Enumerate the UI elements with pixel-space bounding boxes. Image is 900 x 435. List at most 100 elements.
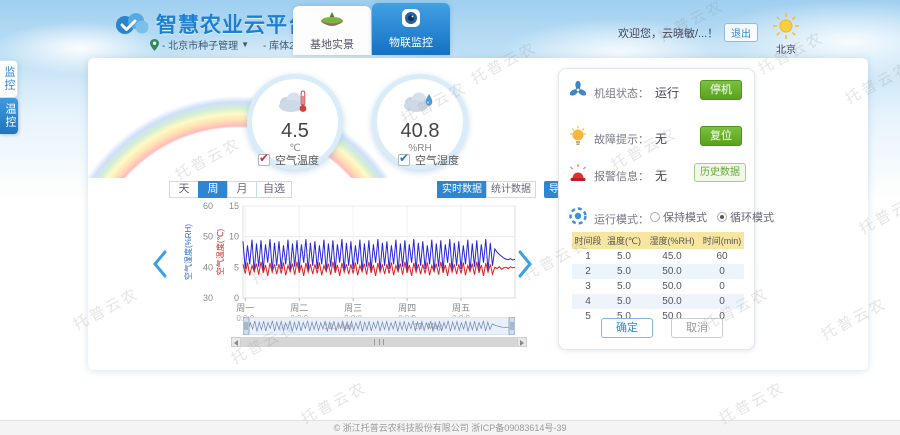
unit-status-value: 运行 [655,84,679,101]
location-room[interactable]: - 库体2 [263,37,295,52]
svg-text:0: 0 [234,293,239,303]
tab-iot-monitor[interactable]: 物联监控 [372,3,450,55]
scrollbar-track[interactable] [241,337,517,347]
cell: 0 [700,279,744,294]
chart-prev-arrow[interactable] [152,250,168,278]
cell: 60 [700,249,744,264]
island-icon [319,10,345,32]
radio-icon[interactable] [650,212,660,222]
svg-text:空气湿度(%RH): 空气湿度(%RH) [183,224,193,280]
temperature-checkbox-row[interactable]: ✔ 空气温度 [258,152,319,168]
radio-mode-1[interactable]: 循环模式 [717,209,774,225]
col-temperature: 温度(℃) [604,232,644,249]
table-row[interactable]: 45.050.00 [572,294,744,309]
location-org[interactable]: - 北京市种子管理 [162,37,238,52]
schedule-table: 时间段 温度(℃) 湿度(%RH) 时间(min) 15.045.060 25.… [572,232,744,324]
svg-text:13. May: 13. May [414,322,442,331]
scroll-right-icon[interactable] [517,337,527,347]
svg-text:10. May: 10. May [324,322,352,331]
tab-label: 物联监控 [372,34,450,50]
cell: 4 [572,294,604,309]
cell: 50.0 [644,294,700,309]
cell: 3 [572,279,604,294]
stop-button[interactable]: 停机 [700,80,742,100]
footer-text: 浙江托普云农科技股份有限公司 浙ICP备09083614号-39 [343,423,567,433]
col-humidity: 湿度(%RH) [644,232,700,249]
cancel-button[interactable]: 取消 [671,318,723,338]
cell: 45.0 [644,249,700,264]
tab-custom[interactable]: 自选 [256,181,292,198]
svg-text:空气温度(℃): 空气温度(℃) [215,229,225,276]
thermometer-cloud-icon [277,89,313,115]
radio-icon[interactable] [717,212,727,222]
tab-week[interactable]: 周 [198,181,228,198]
grip-icon [374,339,384,345]
tab-day[interactable]: 天 [169,181,199,198]
svg-text:5: 5 [234,262,239,272]
main-chart: 周一0:0:0周二0:0:0周三0:0:0周四0:0:0周五0:0:030405… [183,198,539,327]
radio-mode-0[interactable]: 保持模式 [650,209,707,225]
sun-icon [773,13,799,39]
svg-text:30: 30 [203,293,213,303]
chart-scrollbar[interactable] [231,337,527,347]
chart-next-arrow[interactable] [517,250,533,278]
fault-label: 故障提示： [594,131,649,147]
scroll-left-icon[interactable] [231,337,241,347]
cell: 1 [572,249,604,264]
logo-cloud-icon [112,8,152,38]
tab-base-view[interactable]: 基地实景 [293,6,371,55]
humidity-checkbox-row[interactable]: ✔ 空气湿度 [398,152,459,168]
scrollbar-thumb[interactable] [241,338,517,346]
reset-button[interactable]: 复位 [700,126,742,146]
table-row[interactable]: 15.045.060 [572,249,744,264]
chart-navigator[interactable]: 10. May 13. May [243,317,515,338]
realtime-data-button[interactable]: 实时数据 [437,181,487,198]
period-tab-group: 天周月自选 [170,181,292,198]
svg-text:50: 50 [203,232,213,242]
svg-text:周三: 周三 [344,303,362,313]
footer: © 浙江托普云农科技股份有限公司 浙ICP备09083614号-39 [0,420,900,435]
location-pin-icon [150,39,159,51]
cell: 0 [700,264,744,279]
tab-label: 基地实景 [293,36,371,52]
stats-data-button[interactable]: 统计数据 [486,181,536,198]
cell: 50.0 [644,279,700,294]
svg-text:周二: 周二 [290,303,308,313]
checkbox-label: 空气湿度 [415,152,459,168]
table-row[interactable]: 25.050.00 [572,264,744,279]
svg-text:10: 10 [229,232,239,242]
temperature-value: 4.5 [252,120,338,143]
cell: 5 [572,309,604,324]
radio-label: 循环模式 [730,209,774,225]
run-mode-options: 保持模式 循环模式 [650,209,784,225]
breadcrumb: - 北京市种子管理 ▼ - 库体2 ▼ [150,37,306,52]
data-button-group: 实时数据统计数据导出 [437,181,574,198]
sidebar-tab-monitor[interactable]: 监控 [0,60,18,98]
alarm-label: 报警信息： [594,168,649,184]
welcome-text: 欢迎您，云晓敏/...！ [618,25,718,41]
radio-label: 保持模式 [663,209,707,225]
history-data-button[interactable]: 历史数据 [694,163,746,182]
checkbox-humidity[interactable]: ✔ [398,154,410,166]
humidity-value: 40.8 [377,120,463,143]
chevron-down-icon[interactable]: ▼ [241,40,249,49]
check-icon: ✔ [399,151,409,165]
svg-text:40: 40 [203,262,213,272]
svg-text:60: 60 [203,201,213,211]
unit-status-label: 机组状态： [594,85,649,101]
fan-icon [568,80,588,100]
run-mode-label: 运行模式： [594,211,649,227]
tab-month[interactable]: 月 [227,181,257,198]
app-root: 智慧农业云平台 - 北京市种子管理 ▼ - 库体2 ▼ 基地实景 物联监控 欢迎… [0,0,900,435]
confirm-button[interactable]: 确定 [601,318,653,338]
checkbox-temperature[interactable]: ✔ [258,154,270,166]
table-row[interactable]: 35.050.00 [572,279,744,294]
run-mode-icon [568,206,588,226]
weather-city: 北京 [772,41,800,56]
logout-button[interactable]: 退出 [724,23,758,42]
svg-text:周五: 周五 [452,303,470,313]
svg-text:周一: 周一 [236,303,254,313]
cell: 5.0 [604,264,644,279]
sidebar-tab-temp-control[interactable]: 温控 [0,98,18,134]
alarm-value: 无 [655,167,667,184]
